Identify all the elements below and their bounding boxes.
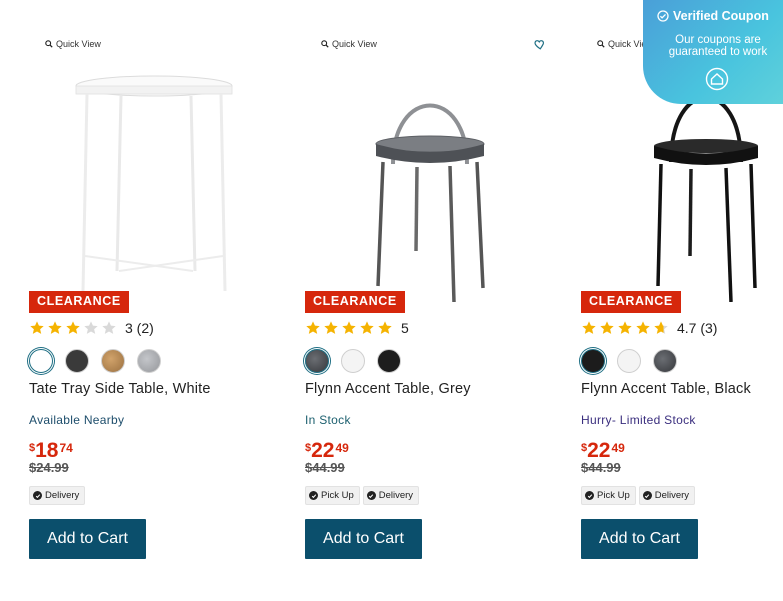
heart-icon[interactable] (533, 38, 546, 51)
color-swatch[interactable] (581, 349, 605, 373)
check-icon (33, 491, 42, 500)
original-price: $24.99 (29, 460, 69, 475)
sale-price: $ 22 49 (305, 440, 349, 461)
star-icon (635, 320, 651, 336)
star-icon (29, 320, 45, 336)
star-icon (377, 320, 393, 336)
star-icon (323, 320, 339, 336)
sale-price: $ 18 74 (29, 440, 73, 461)
product-card: Quick View CLEARANCE 4.7 (3) Flynn Accen… (581, 30, 783, 570)
clearance-badge: CLEARANCE (29, 291, 129, 313)
coupon-header: Verified Coupon (657, 9, 769, 23)
tag-label: Pick Up (321, 490, 354, 501)
coupon-text-line-2: guaranteed to work (668, 46, 768, 58)
fulfillment-tags: Delivery (29, 486, 86, 505)
color-swatch[interactable] (653, 349, 677, 373)
product-card: Quick View CLEARANCE 3 (2) Tate Tray Sid… (29, 30, 279, 570)
tag-label: Delivery (45, 490, 80, 501)
star-icon (359, 320, 375, 336)
rating[interactable]: 3 (2) (29, 320, 154, 336)
search-icon (321, 40, 329, 48)
rating[interactable]: 4.7 (3) (581, 320, 717, 336)
star-empty-icon (101, 320, 117, 336)
color-swatches (305, 349, 401, 373)
tag-label: Pick Up (597, 490, 630, 501)
quick-view-link[interactable]: Quick View (45, 39, 101, 49)
quick-view-link[interactable]: Quick View (321, 39, 377, 49)
tag-label: Delivery (378, 490, 414, 501)
product-title[interactable]: Tate Tray Side Table, White (29, 381, 211, 397)
star-partial-icon (653, 320, 669, 336)
clearance-badge: CLEARANCE (581, 291, 681, 313)
product-image[interactable] (59, 66, 249, 302)
star-icon (65, 320, 81, 336)
fulfillment-tags: Pick Up Delivery (581, 486, 696, 505)
rating-text: 3 (2) (125, 320, 154, 336)
price-dollars: 22 (587, 439, 611, 462)
star-icon (581, 320, 597, 336)
price-cents: 74 (59, 441, 73, 455)
color-swatch[interactable] (101, 349, 125, 373)
color-swatch[interactable] (617, 349, 641, 373)
sale-price: $ 22 49 (581, 440, 625, 461)
add-to-cart-button[interactable]: Add to Cart (305, 519, 422, 559)
add-to-cart-button[interactable]: Add to Cart (29, 519, 146, 559)
quick-view-label: Quick View (332, 39, 377, 49)
pickup-tag: Pick Up (305, 486, 360, 505)
product-title[interactable]: Flynn Accent Table, Grey (305, 381, 471, 397)
coupon-title: Verified Coupon (673, 9, 769, 23)
star-icon (305, 320, 321, 336)
home-badge-icon (705, 67, 729, 91)
delivery-tag: Delivery (29, 486, 86, 505)
search-icon (45, 40, 53, 48)
quick-view-label: Quick View (56, 39, 101, 49)
check-icon (309, 491, 318, 500)
delivery-tag: Delivery (638, 486, 696, 505)
price-cents: 49 (611, 441, 625, 455)
check-icon (366, 491, 376, 500)
original-price: $44.99 (581, 460, 621, 475)
price-cents: 49 (335, 441, 349, 455)
check-icon (585, 491, 594, 500)
rating-text: 5 (401, 320, 409, 336)
color-swatches (581, 349, 677, 373)
star-icon (599, 320, 615, 336)
color-swatch[interactable] (65, 349, 89, 373)
fulfillment-tags: Pick Up Delivery (305, 486, 420, 505)
check-circle-icon (657, 10, 669, 22)
stock-status: Hurry- Limited Stock (581, 413, 696, 427)
rating-text: 4.7 (3) (677, 320, 718, 336)
product-image[interactable] (335, 66, 525, 303)
original-price: $44.99 (305, 460, 345, 475)
color-swatch[interactable] (305, 349, 329, 373)
product-card: Quick View CLEARANCE 5 Flynn Accent Tabl… (305, 30, 555, 570)
color-swatches (29, 349, 161, 373)
price-dollars: 18 (35, 439, 59, 462)
verified-coupon-badge[interactable]: Verified Coupon Our coupons are guarante… (643, 0, 783, 104)
product-title[interactable]: Flynn Accent Table, Black (581, 381, 751, 397)
rating[interactable]: 5 (305, 320, 409, 336)
star-empty-icon (83, 320, 99, 336)
color-swatch[interactable] (377, 349, 401, 373)
delivery-tag: Delivery (362, 486, 420, 505)
pickup-tag: Pick Up (581, 486, 636, 505)
clearance-badge: CLEARANCE (305, 291, 405, 313)
stock-status: Available Nearby (29, 413, 125, 427)
check-icon (642, 491, 652, 500)
star-icon (47, 320, 63, 336)
tag-label: Delivery (654, 490, 690, 501)
stock-status: In Stock (305, 413, 351, 427)
color-swatch[interactable] (137, 349, 161, 373)
color-swatch[interactable] (341, 349, 365, 373)
search-icon (597, 40, 605, 48)
star-icon (617, 320, 633, 336)
price-dollars: 22 (311, 439, 335, 462)
color-swatch[interactable] (29, 349, 53, 373)
star-icon (341, 320, 357, 336)
add-to-cart-button[interactable]: Add to Cart (581, 519, 698, 559)
